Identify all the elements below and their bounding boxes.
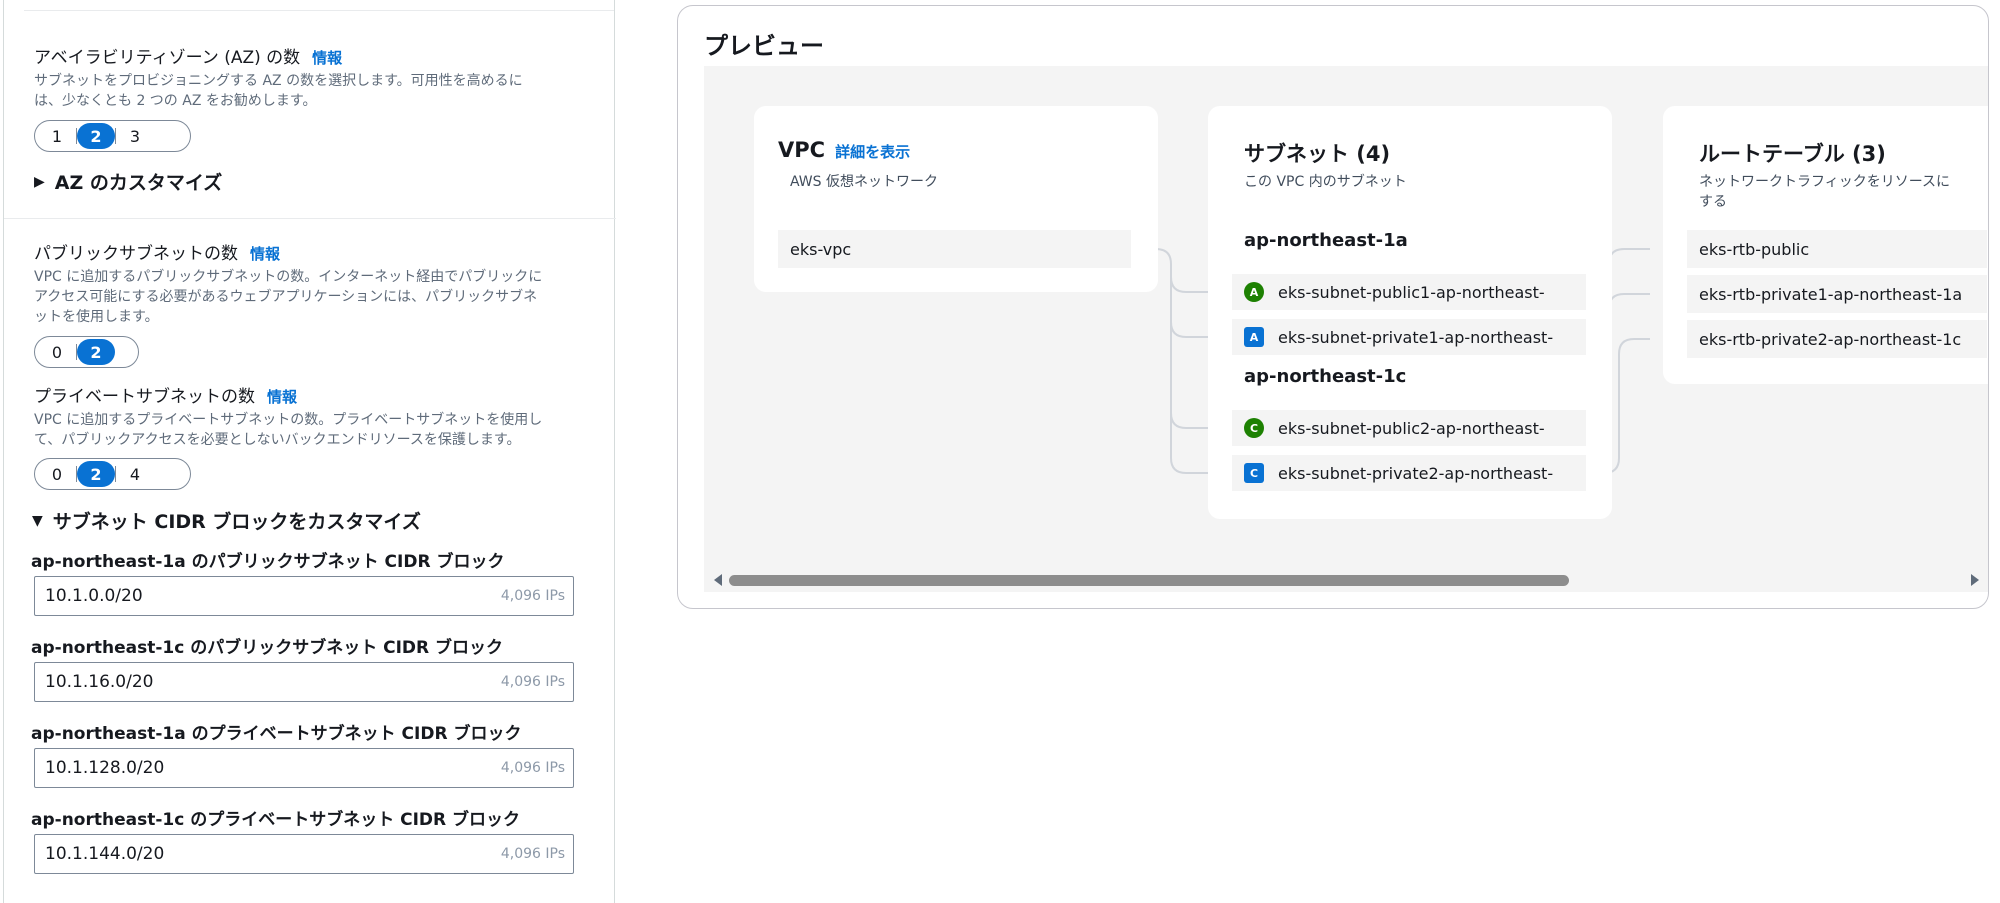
subnet-node-label: eks-subnet-private1-ap-northeast- [1278,327,1554,347]
private-subnets-selector: 0 2 4 [34,458,191,490]
subnet-node-label: eks-subnet-public1-ap-northeast- [1278,282,1545,302]
vpc-card: VPC 詳細を表示 AWS 仮想ネットワーク eks-vpc [754,106,1158,292]
az-count-option-3[interactable]: 3 [116,123,154,149]
private-subnets-label: プライベートサブネットの数 情報 [34,382,297,407]
private-subnet-badge-icon: C [1244,463,1264,483]
az-count-description: サブネットをプロビジョニングする AZ の数を選択します。可用性を高めるに は、… [34,71,594,111]
route-tables-card-subtitle: ネットワークトラフィックをリソースに する [1699,172,1988,212]
subnet-node[interactable]: C eks-subnet-private2-ap-northeast- [1232,455,1586,491]
vpc-card-subtitle: AWS 仮想ネットワーク [790,174,938,190]
subnet-node[interactable]: A eks-subnet-public1-ap-northeast- [1232,274,1586,310]
vpc-title-text: VPC [778,138,826,162]
private-subnets-option-4[interactable]: 4 [116,461,154,487]
az-heading: ap-northeast-1c [1244,366,1407,387]
private-subnets-description: VPC に追加するプライベートサブネットの数。プライベートサブネットを使用し て… [34,410,604,450]
route-tables-subtitle-line: する [1699,194,1727,210]
route-tables-card: ルートテーブル (3) ネットワークトラフィックをリソースに する eks-rt… [1663,106,1988,384]
az-count-desc-line: は、少なくとも 2 つの AZ をお勧めします。 [34,93,317,109]
subnets-card-subtitle: この VPC 内のサブネット [1244,174,1407,190]
public-subnets-desc-line: アクセス可能にする必要があるウェブアプリケーションには、パブリックサブネ [34,289,538,305]
scrollbar-thumb[interactable] [729,575,1569,586]
cidr-block-label: ap-northeast-1c のパブリックサブネット CIDR ブロック [31,638,504,658]
az-count-option-2[interactable]: 2 [77,123,115,149]
public-subnets-label-text: パブリックサブネットの数 [34,244,238,264]
cidr-block-ip-count: 4,096 IPs [500,760,565,776]
preview-title: プレビュー [704,32,824,60]
private-subnets-info-link[interactable]: 情報 [267,388,297,406]
vpc-details-link[interactable]: 詳細を表示 [835,143,910,161]
public-subnets-label: パブリックサブネットの数 情報 [34,239,280,264]
subnets-card: サブネット (4) この VPC 内のサブネット ap-northeast-1a… [1208,106,1612,519]
divider [4,218,616,219]
route-tables-card-title: ルートテーブル (3) [1699,142,1886,166]
cidr-block-input[interactable]: 10.1.0.0/20 4,096 IPs [34,576,574,616]
subnet-node[interactable]: A eks-subnet-private1-ap-northeast- [1232,319,1586,355]
vpc-card-title: VPC 詳細を表示 [778,138,910,162]
private-subnets-option-0[interactable]: 0 [38,461,76,487]
connector-line [1170,277,1210,338]
horizontal-scrollbar[interactable] [714,574,1979,586]
private-subnets-option-2[interactable]: 2 [77,461,115,487]
route-table-node[interactable]: eks-rtb-private2-ap-northeast-1c [1687,320,1987,358]
az-count-label: アベイラビリティゾーン (AZ) の数 情報 [34,43,342,68]
az-count-label-text: アベイラビリティゾーン (AZ) の数 [34,48,301,68]
cidr-block-input[interactable]: 10.1.16.0/20 4,096 IPs [34,662,574,702]
subnet-node[interactable]: C eks-subnet-public2-ap-northeast- [1232,410,1586,446]
route-tables-subtitle-line: ネットワークトラフィックをリソースに [1699,174,1951,190]
cidr-block-ip-count: 4,096 IPs [500,588,565,604]
vpc-node[interactable]: eks-vpc [778,230,1131,268]
az-heading: ap-northeast-1a [1244,230,1408,251]
public-subnets-description: VPC に追加するパブリックサブネットの数。インターネット経由でパブリックに ア… [34,267,604,327]
cidr-customize-expander[interactable]: ▼ サブネット CIDR ブロックをカスタマイズ [32,507,421,534]
route-table-node[interactable]: eks-rtb-public [1687,230,1987,268]
az-customize-expander[interactable]: ▶ AZ のカスタマイズ [34,168,222,195]
cidr-block-ip-count: 4,096 IPs [500,846,565,862]
az-count-selector: 1 2 3 [34,120,191,152]
cidr-block-value: 10.1.144.0/20 [45,844,165,864]
cidr-block-label: ap-northeast-1a のパブリックサブネット CIDR ブロック [31,552,505,572]
public-subnets-selector: 0 2 [34,336,139,368]
caret-right-icon: ▶ [34,173,45,190]
cidr-customize-label: サブネット CIDR ブロックをカスタマイズ [52,511,421,533]
scroll-left-arrow-icon[interactable] [714,574,722,586]
public-subnet-badge-icon: C [1244,418,1264,438]
public-subnet-badge-icon: A [1244,282,1264,302]
preview-canvas: VPC 詳細を表示 AWS 仮想ネットワーク eks-vpc サブネット (4) … [704,66,1988,592]
route-table-node[interactable]: eks-rtb-private1-ap-northeast-1a [1687,275,1987,313]
divider [24,10,614,11]
public-subnets-info-link[interactable]: 情報 [250,245,280,263]
az-count-info-link[interactable]: 情報 [312,49,342,67]
az-customize-label: AZ のカスタマイズ [54,172,223,194]
cidr-block-value: 10.1.128.0/20 [45,758,165,778]
public-subnets-option-2[interactable]: 2 [77,339,115,365]
subnets-card-title: サブネット (4) [1244,142,1391,166]
connector-line [1170,413,1210,474]
private-subnets-desc-line: て、パブリックアクセスを必要としないバックエンドリソースを保護します。 [34,432,521,448]
az-count-desc-line: サブネットをプロビジョニングする AZ の数を選択します。可用性を高めるに [34,73,523,89]
cidr-block-input[interactable]: 10.1.128.0/20 4,096 IPs [34,748,574,788]
cidr-block-label: ap-northeast-1a のプライベートサブネット CIDR ブロック [31,724,522,744]
private-subnets-desc-line: VPC に追加するプライベートサブネットの数。プライベートサブネットを使用し [34,412,543,428]
cidr-block-value: 10.1.0.0/20 [45,586,143,606]
vpc-settings-panel: アベイラビリティゾーン (AZ) の数 情報 サブネットをプロビジョニングする A… [3,0,616,903]
cidr-block-label: ap-northeast-1c のプライベートサブネット CIDR ブロック [31,810,521,830]
public-subnets-desc-line: ットを使用します。 [34,309,159,325]
preview-panel: プレビュー VPC 詳細を表示 AWS 仮想ネットワーク eks-vpc サブネ… [677,5,1989,609]
public-subnets-desc-line: VPC に追加するパブリックサブネットの数。インターネット経由でパブリックに [34,269,543,285]
subnet-node-label: eks-subnet-public2-ap-northeast- [1278,418,1545,438]
subnet-node-label: eks-subnet-private2-ap-northeast- [1278,463,1554,483]
scroll-right-arrow-icon[interactable] [1971,574,1979,586]
private-subnets-label-text: プライベートサブネットの数 [34,387,255,407]
private-subnet-badge-icon: A [1244,327,1264,347]
public-subnets-option-0[interactable]: 0 [38,339,76,365]
az-count-option-1[interactable]: 1 [38,123,76,149]
cidr-block-input[interactable]: 10.1.144.0/20 4,096 IPs [34,834,574,874]
caret-down-icon: ▼ [32,512,43,529]
cidr-block-ip-count: 4,096 IPs [500,674,565,690]
cidr-block-value: 10.1.16.0/20 [45,672,154,692]
